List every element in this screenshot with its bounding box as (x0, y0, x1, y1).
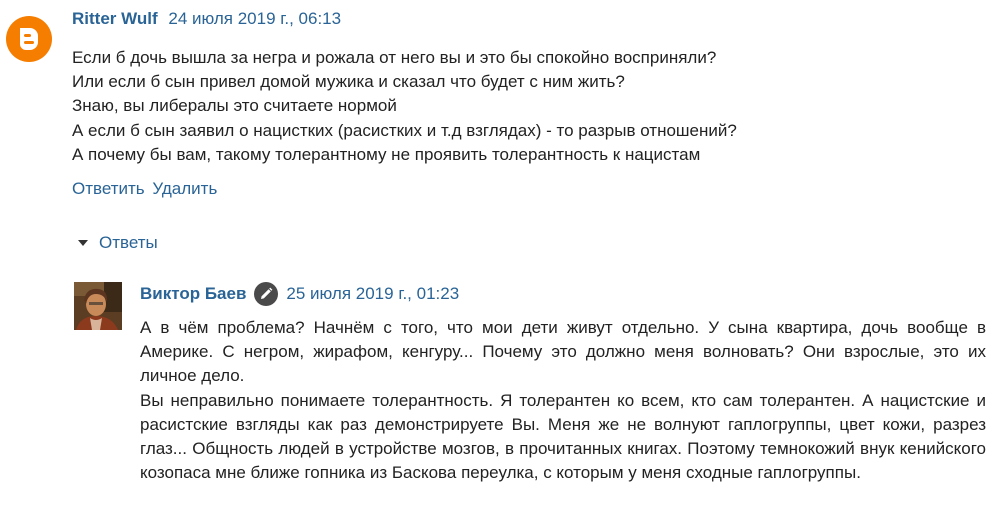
comment-line: Знаю, вы либералы это считаете нормой (72, 96, 397, 116)
reply-header: Виктор Баев 25 июля 2019 г., 01:23 (140, 282, 459, 306)
reply-paragraph: А в чём проблема? Начнём с того, что мои… (140, 318, 986, 386)
comment-line: Если б дочь вышла за негра и рожала от н… (72, 48, 717, 67)
delete-button[interactable]: Удалить (152, 179, 217, 198)
reply-body: А в чём проблема? Начнём с того, что мои… (140, 316, 986, 485)
comment-line: А почему бы вам, такому толерантному не … (72, 144, 701, 164)
comment-line: А если б сын заявил о нацистких (расистк… (72, 120, 737, 140)
blogger-logo-icon[interactable] (6, 16, 52, 62)
comment-line: Или если б сын привел домой мужика и ска… (72, 72, 625, 92)
reply-timestamp[interactable]: 25 июля 2019 г., 01:23 (286, 283, 459, 305)
caret-down-icon (78, 240, 88, 246)
comment-author[interactable]: Ritter Wulf (72, 9, 158, 28)
reply-author[interactable]: Виктор Баев (140, 283, 246, 305)
comment-header: Ritter Wulf 24 июля 2019 г., 06:13 (72, 8, 341, 30)
reply-button[interactable]: Ответить (72, 179, 145, 198)
reply-paragraph: Вы неправильно понимаете толерантность. … (140, 390, 986, 483)
replies-toggle[interactable]: Ответы (78, 232, 158, 254)
avatar[interactable] (74, 282, 122, 330)
pencil-icon (254, 282, 279, 306)
comment-timestamp[interactable]: 24 июля 2019 г., 06:13 (168, 9, 341, 28)
comment-actions: Ответить Удалить (72, 178, 220, 200)
comment-body: Если б дочь вышла за негра и рожала от н… (72, 46, 972, 167)
replies-toggle-label: Ответы (99, 233, 158, 252)
